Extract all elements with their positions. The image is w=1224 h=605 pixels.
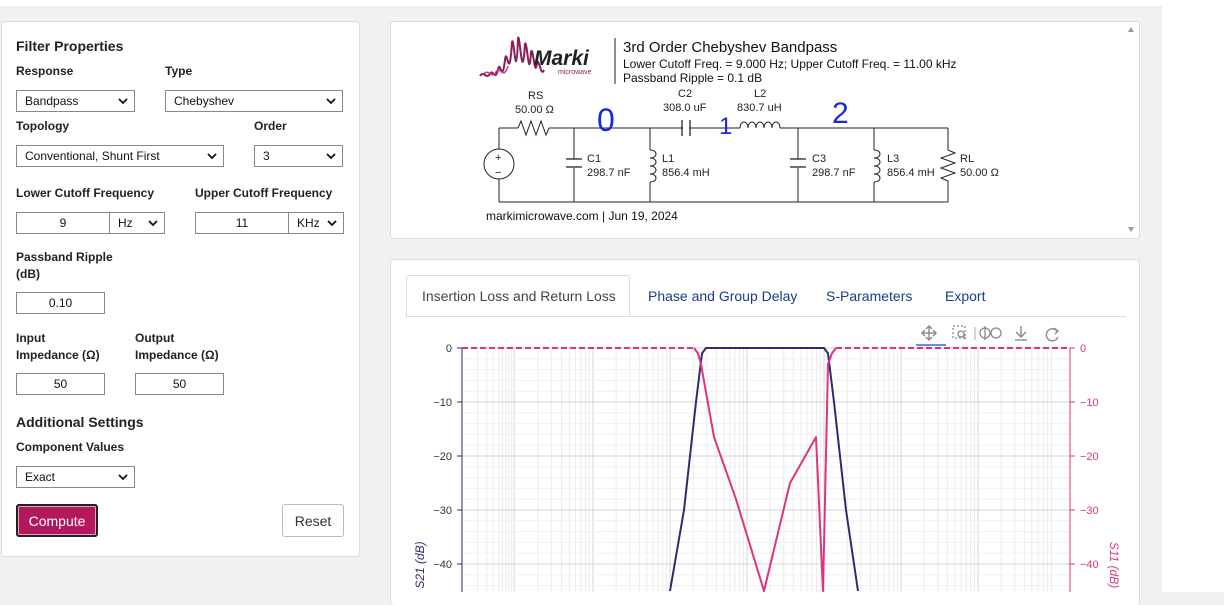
y-left-tick-label: −40 (433, 559, 452, 571)
c3-name: C3 (812, 153, 826, 165)
upper-cutoff-unit: KHz (297, 216, 320, 230)
response-select[interactable]: Bandpass (16, 90, 135, 112)
component-values-label: Component Values (16, 440, 125, 454)
marki-logo-text: Marki (534, 47, 590, 70)
input-impedance-input[interactable]: 50 (16, 373, 105, 395)
tab-phase-group-delay[interactable]: Phase and Group Delay (648, 288, 797, 304)
y-right-tick-label: −20 (1080, 451, 1099, 463)
c2-name: C2 (678, 88, 692, 100)
schematic-scrollbar[interactable] (1124, 22, 1138, 236)
rl-value: 50.00 Ω (960, 167, 999, 179)
y-left-tick-label: −30 (433, 505, 452, 517)
topology-select[interactable]: Conventional, Shunt First (16, 145, 224, 167)
output-impedance-input[interactable]: 50 (135, 373, 224, 395)
type-label: Type (165, 64, 193, 78)
upper-cutoff-label: Upper Cutoff Frequency (195, 186, 333, 200)
ripple-input[interactable]: 0.10 (16, 292, 105, 314)
c1-name: C1 (587, 153, 601, 165)
y-left-tick-label: −20 (433, 451, 452, 463)
ripple-label-line2: (dB) (16, 267, 40, 281)
source-minus: − (495, 167, 501, 179)
y-axis-label-right: S11 (dB) (1107, 542, 1121, 588)
top-strip (0, 0, 1224, 6)
y-right-tick-label: 0 (1080, 343, 1086, 355)
chevron-down-icon (207, 153, 217, 160)
schematic-ripple-line: Passband Ripple = 0.1 dB (623, 71, 762, 85)
tab-s-parameters[interactable]: S-Parameters (826, 288, 912, 304)
c1-value: 298.7 nF (587, 167, 631, 179)
lower-cutoff-unit: Hz (118, 216, 133, 230)
rs-value: 50.00 Ω (515, 104, 554, 116)
chevron-down-icon (118, 474, 128, 481)
component-values-value: Exact (25, 470, 56, 484)
schematic-title: 3rd Order Chebyshev Bandpass (623, 39, 837, 56)
topology-value: Conventional, Shunt First (25, 149, 160, 163)
output-impedance-label: Output Impedance (Ω) (135, 330, 219, 364)
handwritten-0: 0 (597, 102, 615, 138)
chevron-down-icon (148, 220, 158, 227)
type-select[interactable]: Chebyshev (165, 90, 343, 112)
l1-name: L1 (662, 153, 674, 165)
y-left-tick-label: 0 (446, 343, 452, 355)
l2-name: L2 (754, 88, 766, 100)
y-right-tick-label: −10 (1080, 397, 1099, 409)
y-right-tick-label: −40 (1080, 559, 1099, 571)
l1-value: 856.4 mH (662, 167, 710, 179)
right-margin (1162, 6, 1224, 592)
tab-export[interactable]: Export (945, 288, 985, 304)
topology-label: Topology (16, 119, 70, 133)
compute-button[interactable]: Compute (16, 504, 98, 537)
chevron-down-icon (327, 220, 337, 227)
lower-cutoff-input[interactable]: 9 (16, 212, 110, 234)
lower-cutoff-label: Lower Cutoff Frequency (16, 186, 155, 200)
series-s11-line (693, 347, 837, 592)
response-value: Bandpass (25, 94, 79, 108)
upper-cutoff-unit-select[interactable]: KHz (288, 212, 344, 234)
input-label-line2: Impedance (Ω) (16, 348, 100, 362)
rs-name: RS (528, 90, 543, 102)
marki-logo-subtext: microwave (558, 69, 592, 76)
input-impedance-label: Input Impedance (Ω) (16, 330, 100, 364)
scroll-up-icon (1128, 27, 1134, 32)
tab-insertion-loss[interactable]: Insertion Loss and Return Loss (422, 288, 616, 304)
l3-name: L3 (887, 153, 899, 165)
component-values-select[interactable]: Exact (16, 466, 135, 488)
output-label-line2: Impedance (Ω) (135, 348, 219, 362)
filter-properties-title: Filter Properties (16, 38, 124, 54)
source-plus: + (495, 152, 501, 164)
chevron-down-icon (326, 153, 336, 160)
tab-underline (406, 316, 1126, 317)
c3-value: 298.7 nF (812, 167, 856, 179)
order-select[interactable]: 3 (254, 145, 343, 167)
reset-button[interactable]: Reset (282, 504, 344, 537)
l2-value: 830.7 uH (737, 102, 782, 114)
series-s21-line (669, 347, 859, 592)
y-axis-label-left: S21 (dB) (413, 541, 427, 588)
ripple-label: Passband Ripple (dB) (16, 249, 113, 283)
rl-name: RL (960, 153, 974, 165)
order-value: 3 (263, 149, 270, 163)
additional-settings-title: Additional Settings (16, 414, 144, 430)
handwritten-2: 2 (832, 97, 849, 130)
handwritten-1: 1 (719, 113, 732, 140)
output-label-line1: Output (135, 331, 175, 345)
l3-value: 856.4 mH (887, 167, 935, 179)
chevron-down-icon (326, 98, 336, 105)
lower-cutoff-unit-select[interactable]: Hz (109, 212, 165, 234)
chevron-down-icon (118, 98, 128, 105)
input-label-line1: Input (16, 331, 46, 345)
upper-cutoff-input[interactable]: 11 (195, 212, 289, 234)
ripple-label-line1: Passband Ripple (16, 250, 113, 264)
y-right-tick-label: −30 (1080, 505, 1099, 517)
c2-value: 308.0 uF (663, 102, 707, 114)
order-label: Order (254, 119, 287, 133)
type-value: Chebyshev (174, 94, 235, 108)
response-label: Response (16, 64, 74, 78)
schematic-footer: markimicrowave.com | Jun 19, 2024 (486, 209, 678, 223)
y-left-tick-label: −10 (433, 397, 452, 409)
scroll-down-icon (1128, 227, 1134, 232)
insertion-return-loss-chart: 0 −10 −20 −30 −40 0 −10 −20 −30 −40 S21 (dB) S11 (d… (413, 343, 1121, 592)
schematic-freq-line: Lower Cutoff Freq. = 9.000 Hz; Upper Cut… (623, 57, 957, 71)
schematic-diagram: Marki microwave 3rd Order Chebyshev Band… (479, 36, 999, 223)
